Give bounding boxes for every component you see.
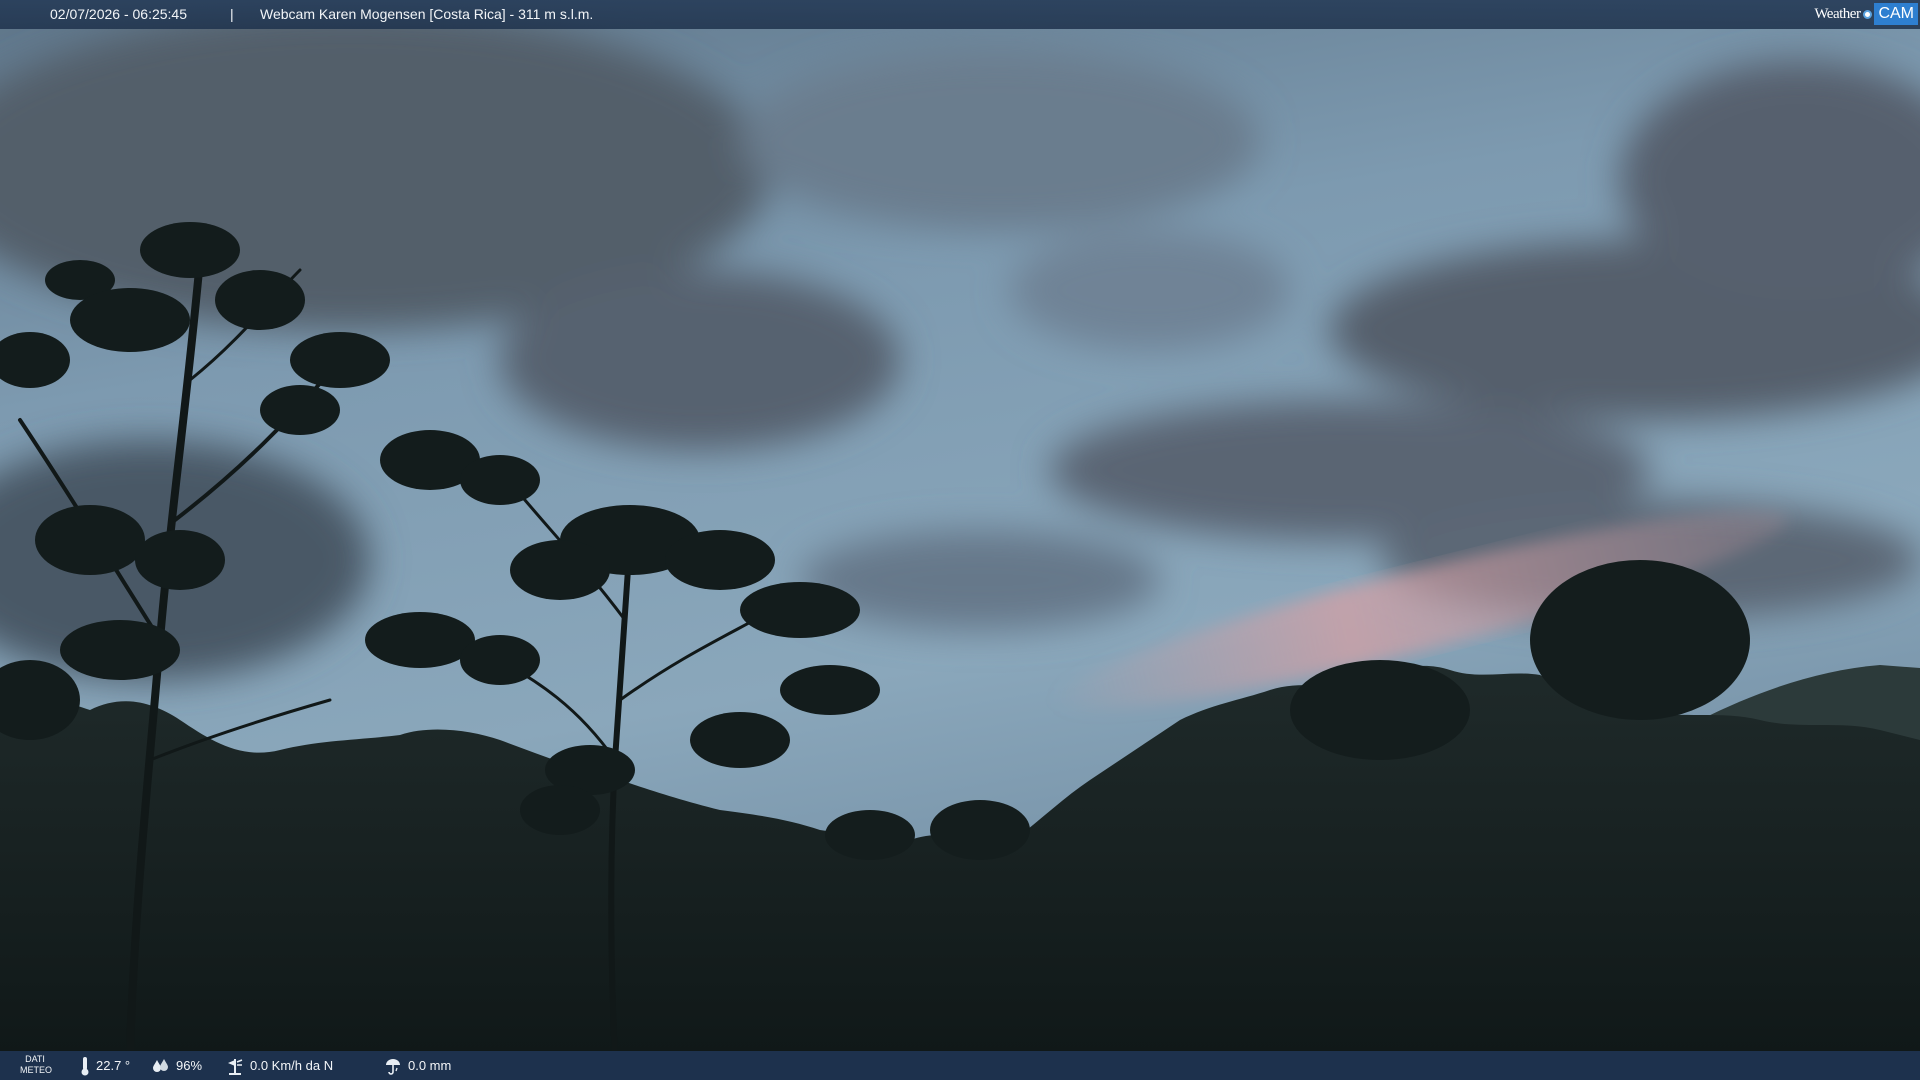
meteo-label: DATI METEO (20, 1054, 53, 1076)
weathercam-logo: Weather CAM (1814, 2, 1918, 26)
webcam-frame: 02/07/2026 - 06:25:45 | Webcam Karen Mog… (0, 0, 1920, 1080)
header-separator: | (230, 6, 234, 22)
meteo-label-line2: METEO (20, 1065, 53, 1075)
meteo-label-line1: DATI (25, 1054, 45, 1064)
humidity-icon (153, 1058, 168, 1072)
rain-icon (386, 1058, 400, 1075)
logo-cam-text: CAM (1874, 3, 1918, 25)
wind-value: 0.0 Km/h da N (250, 1058, 334, 1073)
wind-reading: 0.0 Km/h da N (226, 1051, 333, 1080)
timestamp: 02/07/2026 - 06:25:45 (50, 6, 188, 22)
top-info-bar: 02/07/2026 - 06:25:45 | Webcam Karen Mog… (0, 0, 1920, 29)
logo-dot-icon (1863, 9, 1873, 19)
webcam-image (0, 0, 1920, 1080)
humidity-value: 96% (176, 1058, 203, 1073)
webcam-title: Webcam Karen Mogensen [Costa Rica] - 311… (260, 6, 594, 22)
rain-value: 0.0 mm (408, 1058, 452, 1073)
wind-icon (228, 1058, 243, 1075)
humidity-reading: 96% (152, 1051, 202, 1080)
temperature-value: 22.7 ° (96, 1058, 131, 1073)
weather-data-bar: DATI METEO 22.7 ° 96% 0.0 Km/h da N 0.0 … (0, 1051, 1920, 1080)
thermometer-icon (81, 1056, 89, 1075)
temperature-reading: 22.7 ° (80, 1051, 130, 1080)
rain-reading: 0.0 mm (384, 1051, 451, 1080)
logo-weather-text: Weather (1814, 5, 1861, 22)
